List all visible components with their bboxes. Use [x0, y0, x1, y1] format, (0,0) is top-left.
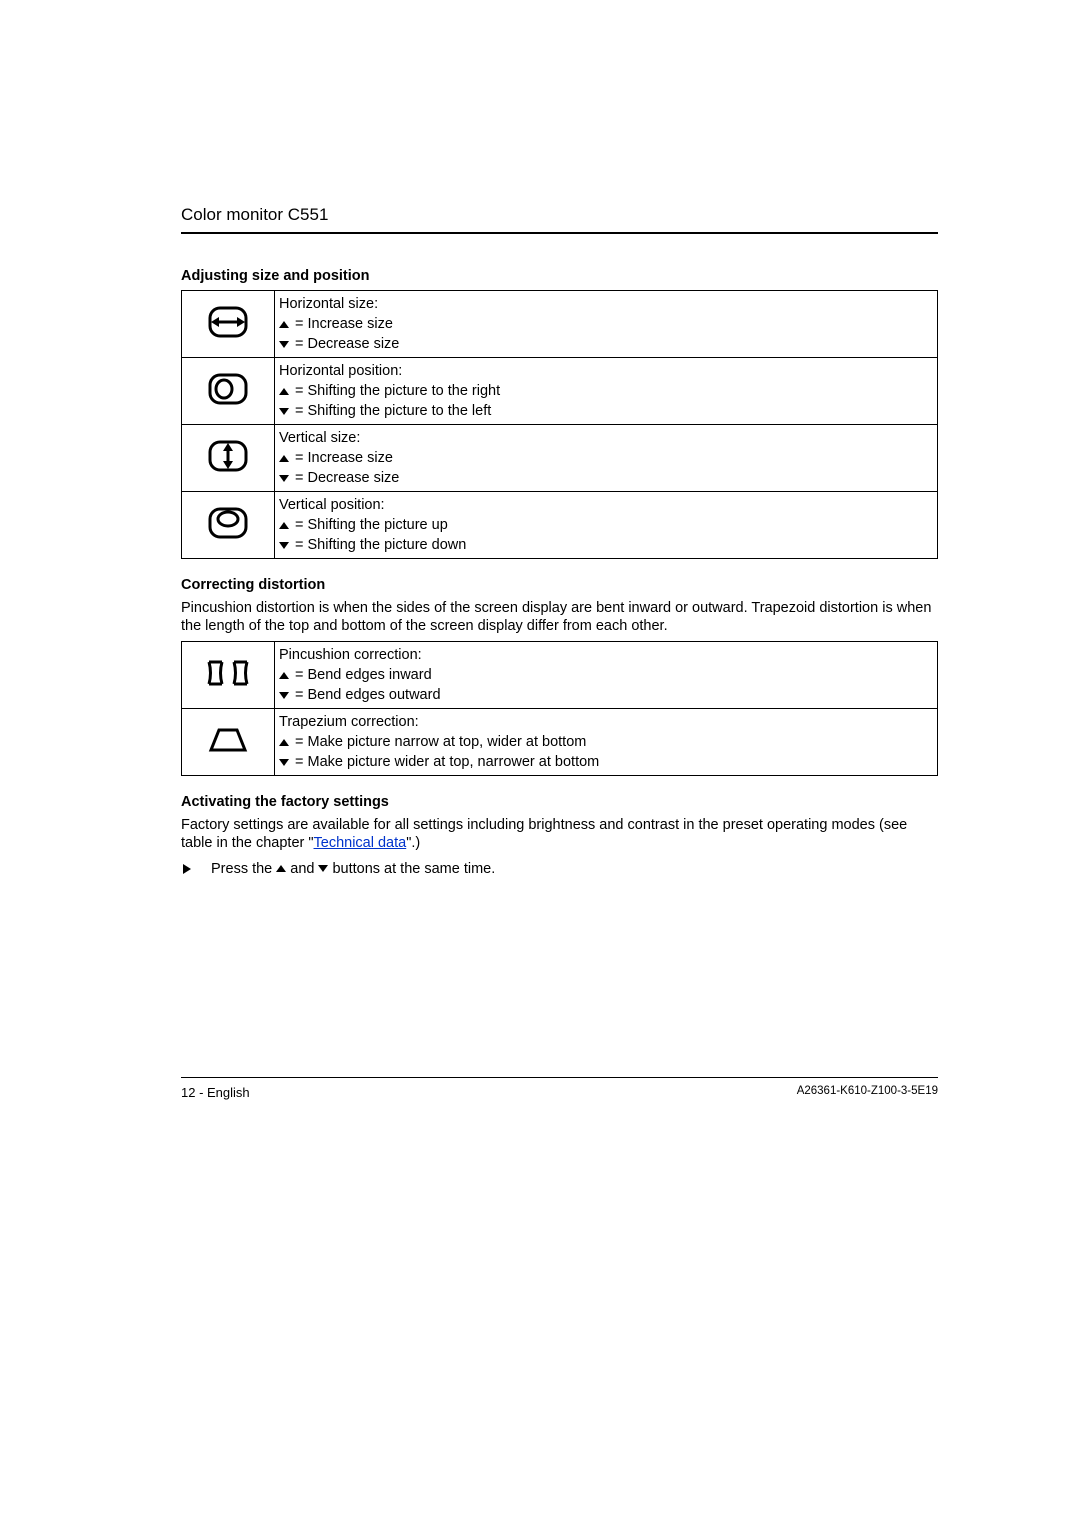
bullet-icon [183, 864, 191, 874]
row-heading: Vertical position: [279, 497, 385, 513]
vertical-position-icon [182, 492, 275, 559]
row-up-text: = Bend edges inward [295, 667, 432, 683]
row-heading: Pincushion correction: [279, 647, 422, 663]
down-arrow-icon [279, 542, 289, 549]
up-arrow-icon [279, 455, 289, 462]
down-arrow-icon [318, 865, 328, 872]
up-arrow-icon [279, 522, 289, 529]
row-up-text: = Increase size [295, 316, 393, 332]
row-down-text: = Shifting the picture down [295, 537, 466, 553]
up-arrow-icon [279, 739, 289, 746]
row-down-text: = Bend edges outward [295, 687, 441, 703]
trapezium-icon [182, 709, 275, 776]
up-arrow-icon [279, 321, 289, 328]
pincushion-icon [182, 642, 275, 709]
down-arrow-icon [279, 692, 289, 699]
distortion-table: Pincushion correction: = Bend edges inwa… [181, 641, 938, 776]
page-footer: 12 - English A26361-K610-Z100-3-5E19 [181, 1085, 938, 1100]
row-up-text: = Shifting the picture up [295, 517, 448, 533]
row-down-text: = Decrease size [295, 336, 399, 352]
horizontal-position-icon [182, 358, 275, 425]
horizontal-size-icon [182, 291, 275, 358]
factory-instruction: Press the and buttons at the same time. [181, 861, 938, 877]
header-rule [181, 232, 938, 234]
vertical-size-icon [182, 425, 275, 492]
section-title-distortion: Correcting distortion [181, 577, 938, 593]
down-arrow-icon [279, 475, 289, 482]
up-arrow-icon [279, 388, 289, 395]
down-arrow-icon [279, 408, 289, 415]
row-up-text: = Shifting the picture to the right [295, 383, 500, 399]
technical-data-link[interactable]: Technical data [314, 835, 407, 851]
row-up-text: = Make picture narrow at top, wider at b… [295, 734, 586, 750]
row-down-text: = Decrease size [295, 470, 399, 486]
down-arrow-icon [279, 759, 289, 766]
row-heading: Trapezium correction: [279, 714, 419, 730]
footer-rule [181, 1077, 938, 1078]
distortion-intro: Pincushion distortion is when the sides … [181, 599, 938, 635]
section-title-factory: Activating the factory settings [181, 794, 938, 810]
up-arrow-icon [276, 865, 286, 872]
up-arrow-icon [279, 672, 289, 679]
row-heading: Vertical size: [279, 430, 360, 446]
document-header: Color monitor C551 [181, 205, 938, 225]
footer-right: A26361-K610-Z100-3-5E19 [797, 1085, 938, 1100]
row-heading: Horizontal position: [279, 363, 402, 379]
factory-intro: Factory settings are available for all s… [181, 816, 938, 852]
section-title-adjusting: Adjusting size and position [181, 268, 938, 284]
row-up-text: = Increase size [295, 450, 393, 466]
row-down-text: = Shifting the picture to the left [295, 403, 491, 419]
footer-left: 12 - English [181, 1085, 250, 1100]
down-arrow-icon [279, 341, 289, 348]
row-down-text: = Make picture wider at top, narrower at… [295, 754, 599, 770]
adjust-table: Horizontal size: = Increase size = Decre… [181, 290, 938, 559]
row-heading: Horizontal size: [279, 296, 378, 312]
